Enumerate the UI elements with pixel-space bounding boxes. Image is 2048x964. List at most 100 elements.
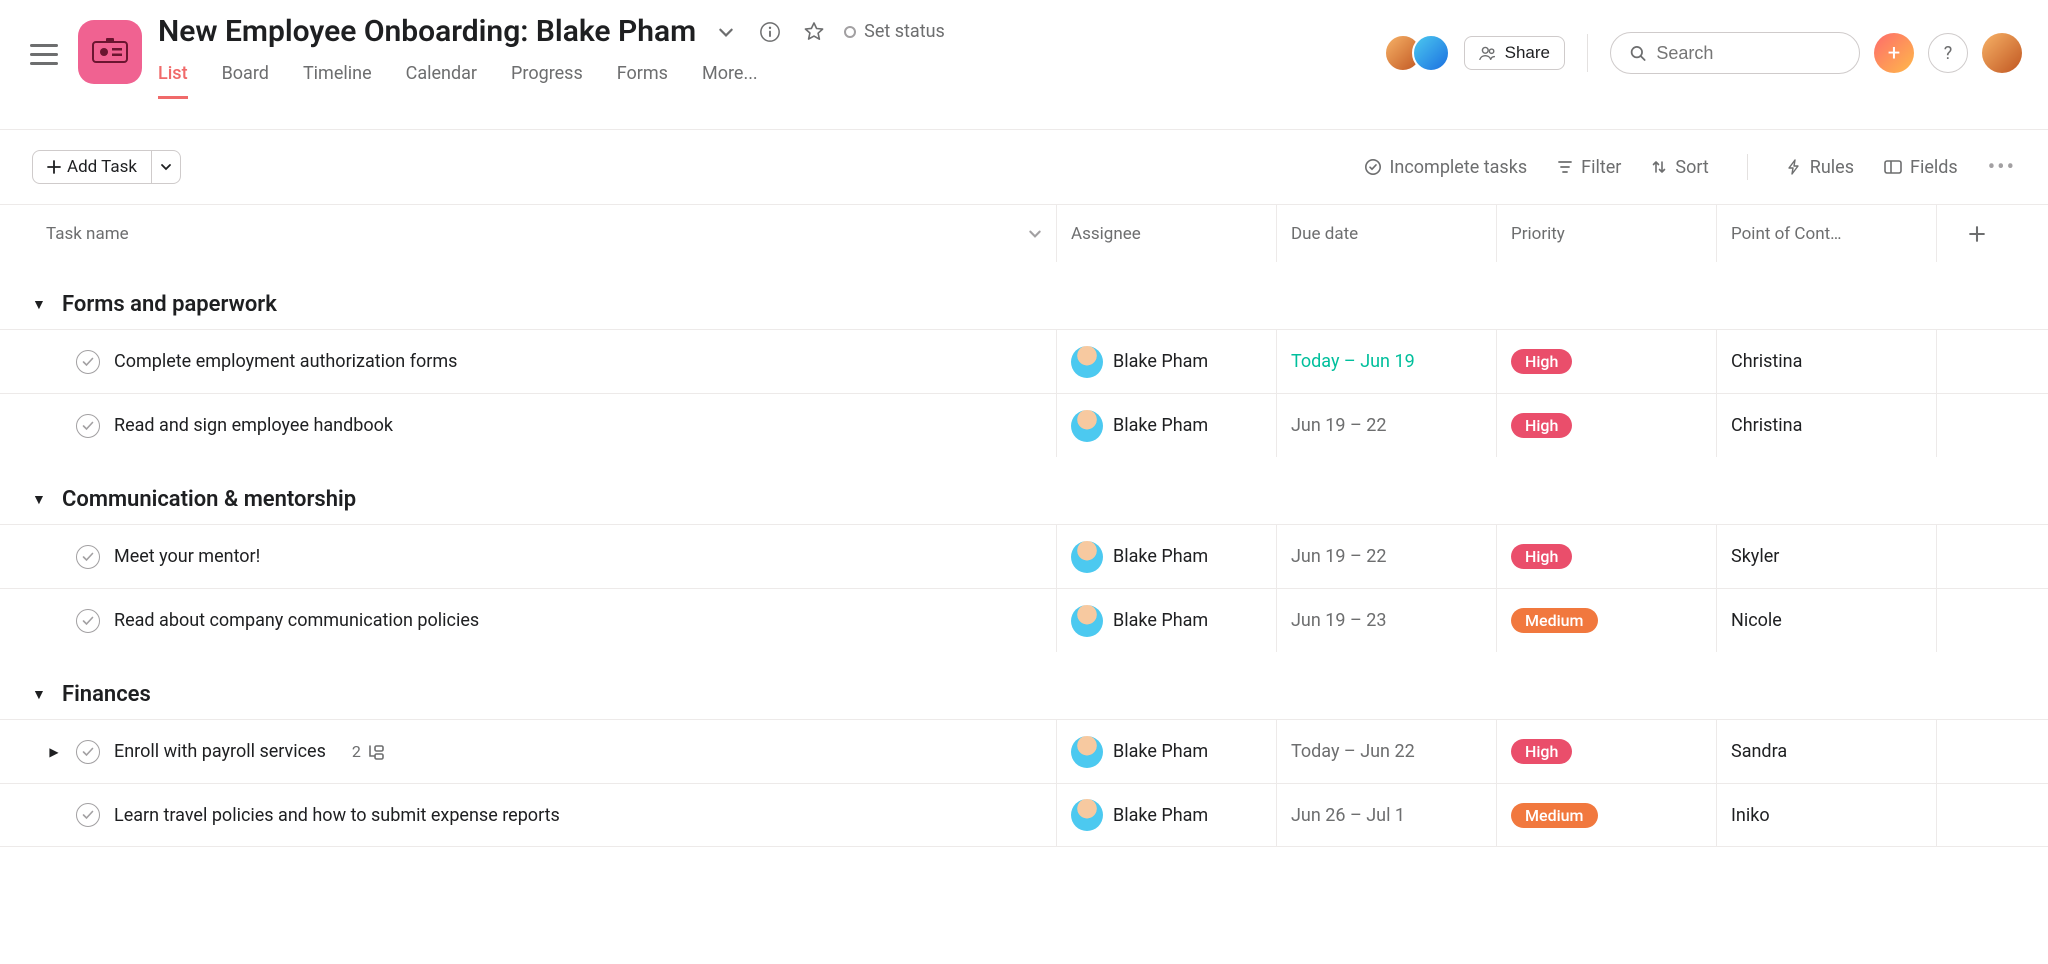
project-title[interactable]: New Employee Onboarding: Blake Pham	[158, 14, 696, 49]
task-main-cell[interactable]: ▶ Read and sign employee handbook	[32, 394, 1056, 457]
project-tabs: List Board Timeline Calendar Progress Forms Mo…	[158, 63, 945, 99]
share-button[interactable]: Share	[1464, 36, 1565, 70]
priority-cell[interactable]: High	[1496, 525, 1716, 588]
due-date-cell[interactable]: Jun 19 – 22	[1276, 394, 1496, 457]
priority-cell[interactable]: High	[1496, 720, 1716, 783]
assignee-cell[interactable]: Blake Pham	[1056, 394, 1276, 457]
global-add-button[interactable]: +	[1874, 33, 1914, 73]
poc-cell[interactable]: Iniko	[1716, 784, 1936, 846]
poc-cell[interactable]: Skyler	[1716, 525, 1936, 588]
poc-cell[interactable]: Nicole	[1716, 589, 1936, 652]
incomplete-tasks-filter[interactable]: Incomplete tasks	[1364, 157, 1528, 178]
search-box[interactable]	[1610, 32, 1860, 74]
task-row[interactable]: ▶ Enroll with payroll services 2	[0, 719, 2048, 783]
poc-name: Iniko	[1731, 805, 1770, 826]
assignee-cell[interactable]: Blake Pham	[1056, 720, 1276, 783]
complete-checkbox[interactable]	[76, 609, 100, 633]
task-row[interactable]: ▶ Learn travel policies and how to submi…	[0, 783, 2048, 847]
complete-checkbox[interactable]	[76, 414, 100, 438]
due-date-cell[interactable]: Today – Jun 22	[1276, 720, 1496, 783]
section-caret-icon[interactable]: ▼	[32, 491, 48, 508]
set-status-button[interactable]: Set status	[844, 21, 945, 42]
expand-subtasks-caret[interactable]: ▶	[46, 745, 62, 759]
due-date-cell[interactable]: Jun 19 – 23	[1276, 589, 1496, 652]
member-avatar[interactable]	[1412, 34, 1450, 72]
due-date-cell[interactable]: Jun 26 – Jul 1	[1276, 784, 1496, 846]
project-dropdown-button[interactable]	[712, 18, 740, 46]
hamburger-menu-button[interactable]	[26, 36, 62, 72]
priority-cell[interactable]: Medium	[1496, 784, 1716, 846]
filter-button[interactable]: Filter	[1557, 157, 1621, 178]
priority-cell[interactable]: High	[1496, 330, 1716, 393]
column-task-name[interactable]: Task name	[32, 205, 1056, 262]
task-main-cell[interactable]: ▶ Read about company communication polic…	[32, 589, 1056, 652]
fields-button[interactable]: Fields	[1884, 157, 1958, 178]
profile-avatar[interactable]	[1982, 33, 2022, 73]
tab-timeline[interactable]: Timeline	[303, 63, 372, 99]
assignee-avatar	[1071, 410, 1103, 442]
priority-pill: High	[1511, 544, 1572, 569]
add-column-button[interactable]	[1936, 205, 2016, 262]
assignee-cell[interactable]: Blake Pham	[1056, 330, 1276, 393]
filter-icon	[1557, 159, 1573, 175]
column-priority[interactable]: Priority	[1496, 205, 1716, 262]
chevron-down-icon[interactable]	[1028, 227, 1042, 241]
complete-checkbox[interactable]	[76, 803, 100, 827]
section-caret-icon[interactable]: ▼	[32, 296, 48, 313]
assignee-cell[interactable]: Blake Pham	[1056, 589, 1276, 652]
assignee-cell[interactable]: Blake Pham	[1056, 784, 1276, 846]
task-main-cell[interactable]: ▶ Complete employment authorization form…	[32, 330, 1056, 393]
column-poc[interactable]: Point of Cont…	[1716, 205, 1936, 262]
column-due-date[interactable]: Due date	[1276, 205, 1496, 262]
project-icon[interactable]	[78, 20, 142, 84]
task-main-cell[interactable]: ▶ Enroll with payroll services 2	[32, 720, 1056, 783]
tab-forms[interactable]: Forms	[617, 63, 668, 99]
tab-progress[interactable]: Progress	[511, 63, 583, 99]
complete-checkbox[interactable]	[76, 350, 100, 374]
rules-button[interactable]: Rules	[1786, 157, 1854, 178]
section-header[interactable]: ▼ Forms and paperwork	[0, 262, 2048, 329]
member-avatars[interactable]	[1384, 34, 1450, 72]
task-main-cell[interactable]: ▶ Learn travel policies and how to submi…	[32, 784, 1056, 846]
more-actions-button[interactable]: •••	[1988, 155, 2016, 180]
task-row[interactable]: ▶ Read and sign employee handbook Blake …	[0, 393, 2048, 457]
column-assignee[interactable]: Assignee	[1056, 205, 1276, 262]
task-row[interactable]: ▶ Complete employment authorization form…	[0, 329, 2048, 393]
tab-list[interactable]: List	[158, 63, 188, 99]
task-row[interactable]: ▶ Read about company communication polic…	[0, 588, 2048, 652]
task-name: Complete employment authorization forms	[114, 351, 457, 372]
tab-calendar[interactable]: Calendar	[406, 63, 477, 99]
tab-board[interactable]: Board	[222, 63, 269, 99]
subtask-count: 2	[352, 742, 361, 761]
column-poc-label: Point of Cont…	[1731, 224, 1842, 244]
section-header[interactable]: ▼ Communication & mentorship	[0, 457, 2048, 524]
due-date-cell[interactable]: Today – Jun 19	[1276, 330, 1496, 393]
help-button[interactable]: ?	[1928, 33, 1968, 73]
due-date: Jun 26 – Jul 1	[1291, 805, 1405, 826]
poc-cell[interactable]: Christina	[1716, 330, 1936, 393]
subtask-count-badge[interactable]: 2	[352, 742, 385, 761]
priority-cell[interactable]: Medium	[1496, 589, 1716, 652]
row-spacer	[1936, 394, 2016, 457]
section-caret-icon[interactable]: ▼	[32, 686, 48, 703]
task-main-cell[interactable]: ▶ Meet your mentor!	[32, 525, 1056, 588]
info-icon[interactable]	[756, 18, 784, 46]
complete-checkbox[interactable]	[76, 740, 100, 764]
section-header[interactable]: ▼ Finances	[0, 652, 2048, 719]
subtask-icon	[367, 744, 385, 760]
tab-more-[interactable]: More...	[702, 63, 758, 99]
complete-checkbox[interactable]	[76, 545, 100, 569]
task-name: Meet your mentor!	[114, 546, 260, 567]
add-task-dropdown[interactable]	[152, 150, 181, 184]
poc-cell[interactable]: Christina	[1716, 394, 1936, 457]
priority-cell[interactable]: High	[1496, 394, 1716, 457]
due-date-cell[interactable]: Jun 19 – 22	[1276, 525, 1496, 588]
poc-cell[interactable]: Sandra	[1716, 720, 1936, 783]
add-task-button[interactable]: Add Task	[32, 150, 152, 184]
assignee-avatar	[1071, 605, 1103, 637]
star-icon[interactable]	[800, 18, 828, 46]
search-input[interactable]	[1656, 43, 1841, 64]
assignee-cell[interactable]: Blake Pham	[1056, 525, 1276, 588]
sort-button[interactable]: Sort	[1651, 157, 1708, 178]
task-row[interactable]: ▶ Meet your mentor! Blake Pham Jun 19 – …	[0, 524, 2048, 588]
